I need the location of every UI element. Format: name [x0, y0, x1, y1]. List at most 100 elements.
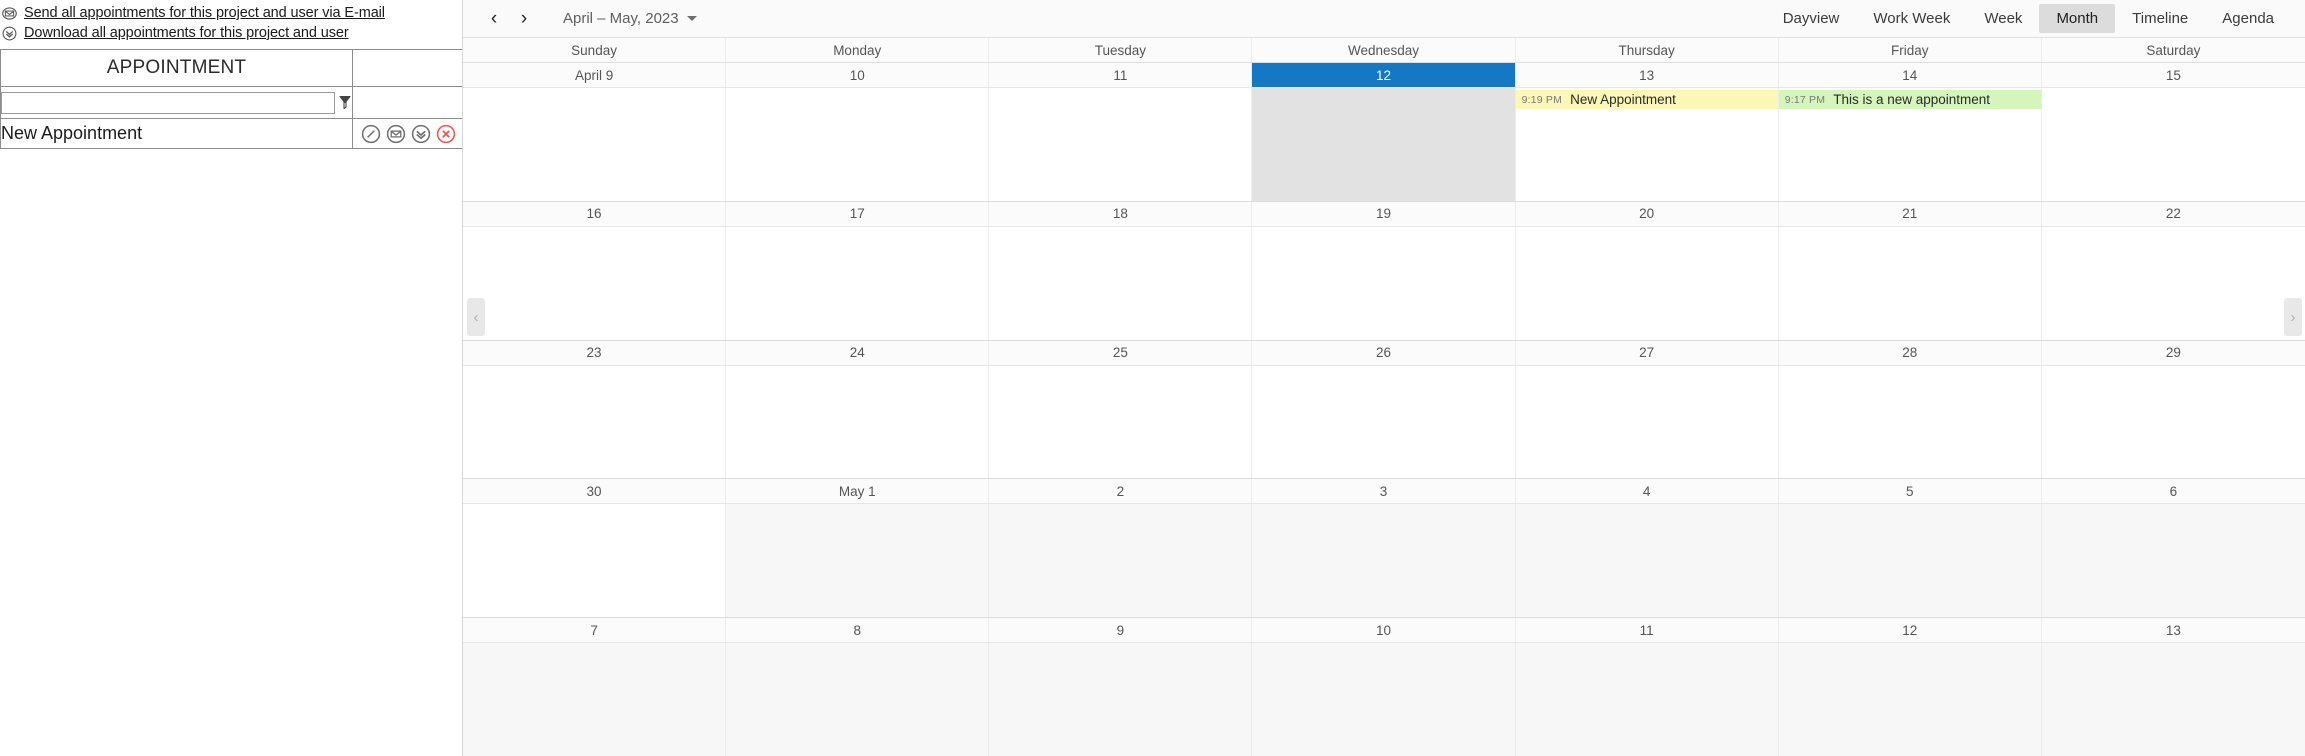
day-number-cell[interactable]: 3 [1252, 479, 1516, 504]
day-number-cell[interactable]: 4 [1516, 479, 1779, 504]
day-cell[interactable] [1778, 643, 2042, 756]
day-number-cell[interactable]: 18 [989, 201, 1253, 226]
tab-timeline[interactable]: Timeline [2115, 4, 2205, 33]
download-appointments-link-row[interactable]: Download all appointments for this proje… [0, 23, 462, 43]
day-cell[interactable] [1252, 643, 1516, 756]
weekday-sunday: Sunday [463, 38, 727, 62]
day-cell[interactable] [1515, 365, 1779, 479]
day-number-cell[interactable]: 23 [463, 340, 727, 365]
day-number-cell[interactable]: 25 [989, 340, 1253, 365]
day-number-cell[interactable]: 24 [726, 340, 990, 365]
appointment-table: APPOINTMENT New Appointment [0, 49, 463, 149]
day-cell[interactable] [463, 88, 727, 201]
calendar-event[interactable]: 9:19 PM New Appointment [1515, 90, 1778, 109]
day-cell[interactable] [1778, 226, 2042, 340]
day-number-cell[interactable]: 10 [1252, 618, 1516, 643]
delete-circle-icon[interactable] [436, 124, 456, 144]
day-number-cell[interactable]: 26 [1252, 340, 1516, 365]
day-number-row: 7 8 9 10 11 12 13 [463, 618, 2305, 644]
day-cell[interactable] [726, 226, 990, 340]
day-cell[interactable] [463, 504, 727, 618]
day-number-cell[interactable]: 22 [2042, 202, 2305, 226]
day-cell[interactable] [726, 88, 990, 201]
event-title: This is a new appointment [1833, 92, 1991, 107]
download-chevron-icon [2, 26, 17, 41]
tab-month[interactable]: Month [2039, 4, 2116, 33]
day-number-cell[interactable]: 6 [2042, 479, 2305, 503]
day-cell[interactable] [989, 643, 1253, 756]
day-number-cell[interactable]: April 9 [463, 63, 727, 87]
day-cell[interactable] [463, 226, 727, 340]
next-period-button[interactable]: › [509, 4, 539, 34]
day-cell[interactable] [726, 504, 990, 618]
day-number-cell[interactable]: 8 [726, 618, 990, 643]
day-number-cell[interactable]: 9 [989, 618, 1253, 643]
day-cell[interactable]: 9:19 PM New Appointment [1515, 88, 1779, 201]
day-number-cell[interactable]: 10 [726, 63, 990, 87]
day-number-cell[interactable]: 19 [1252, 201, 1516, 226]
day-number-cell[interactable]: May 1 [726, 479, 990, 504]
day-number-cell[interactable]: 30 [463, 479, 727, 504]
day-cell[interactable] [1778, 504, 2042, 618]
day-cell[interactable] [2041, 226, 2305, 340]
day-cell[interactable] [2041, 643, 2305, 756]
day-number-cell[interactable]: 13 [2042, 618, 2305, 642]
day-cell[interactable] [463, 643, 727, 756]
day-number-cell[interactable]: 12 [1779, 618, 2042, 643]
scroll-prev-button[interactable]: ‹ [467, 298, 485, 336]
calendar-event[interactable]: 9:17 PM This is a new appointment [1778, 90, 2041, 109]
day-cell[interactable] [463, 365, 727, 479]
day-number-cell[interactable]: 20 [1516, 201, 1779, 226]
day-cell[interactable] [1252, 226, 1516, 340]
day-cell[interactable] [989, 365, 1253, 479]
download-circle-icon[interactable] [411, 124, 431, 144]
day-cell[interactable] [2041, 88, 2305, 201]
day-cell[interactable] [726, 365, 990, 479]
tab-work-week[interactable]: Work Week [1856, 4, 1967, 33]
day-cell[interactable] [1252, 88, 1516, 201]
day-cell[interactable] [1778, 365, 2042, 479]
prev-period-button[interactable]: ‹ [479, 4, 509, 34]
day-cell[interactable] [2041, 504, 2305, 618]
day-cell[interactable] [1515, 643, 1779, 756]
day-cell[interactable] [989, 504, 1253, 618]
send-appointments-link-row[interactable]: Send all appointments for this project a… [0, 3, 462, 23]
day-number-cell[interactable]: 5 [1779, 479, 2042, 504]
event-time: 9:19 PM [1521, 93, 1563, 106]
day-number-cell[interactable]: 11 [1516, 618, 1779, 643]
day-number-cell[interactable]: 16 [463, 201, 727, 226]
appointment-filter-input[interactable] [1, 91, 335, 114]
envelope-circle-icon[interactable] [386, 124, 406, 144]
day-cell[interactable] [1252, 504, 1516, 618]
day-number-cell[interactable]: 11 [989, 63, 1253, 87]
day-number-cell[interactable]: 2 [989, 479, 1253, 504]
day-number-cell[interactable]: 29 [2042, 341, 2305, 365]
day-cell[interactable] [1252, 365, 1516, 479]
tab-agenda[interactable]: Agenda [2205, 4, 2291, 33]
day-number-cell[interactable]: 12 [1252, 63, 1516, 87]
funnel-filter-icon[interactable] [338, 94, 352, 112]
day-number-cell[interactable]: 14 [1779, 63, 2042, 87]
day-number-cell[interactable]: 21 [1779, 201, 2042, 226]
day-cell[interactable] [1515, 226, 1779, 340]
day-number-cell[interactable]: 28 [1779, 340, 2042, 365]
day-cell[interactable] [989, 226, 1253, 340]
day-number-cell[interactable]: 13 [1516, 63, 1779, 87]
scroll-next-button[interactable]: › [2284, 298, 2302, 336]
day-cell[interactable]: 9:17 PM This is a new appointment [1778, 88, 2042, 201]
edit-circle-icon[interactable] [361, 124, 381, 144]
date-range-selector[interactable]: April – May, 2023 [557, 6, 703, 31]
day-cell[interactable] [989, 88, 1253, 201]
day-number-cell[interactable]: 15 [2042, 63, 2305, 87]
day-cell[interactable] [2041, 365, 2305, 479]
tab-week[interactable]: Week [1967, 4, 2039, 33]
table-row[interactable]: New Appointment [0, 118, 463, 149]
send-appointments-link[interactable]: Send all appointments for this project a… [24, 5, 385, 21]
day-cell[interactable] [1515, 504, 1779, 618]
download-appointments-link[interactable]: Download all appointments for this proje… [24, 25, 349, 41]
day-number-cell[interactable]: 17 [726, 201, 990, 226]
day-number-cell[interactable]: 27 [1516, 340, 1779, 365]
day-number-cell[interactable]: 7 [463, 618, 727, 643]
tab-dayview[interactable]: Dayview [1766, 4, 1857, 33]
day-cell[interactable] [726, 643, 990, 756]
